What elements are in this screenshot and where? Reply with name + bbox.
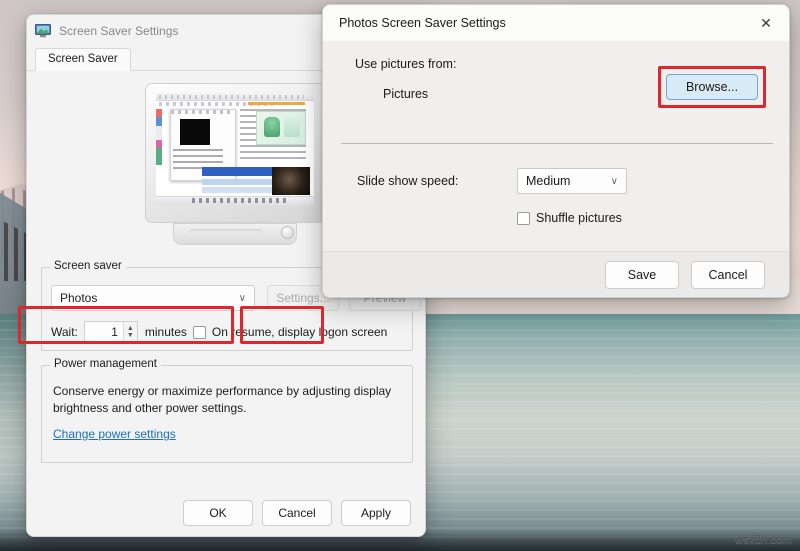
screen-saver-title: Screen Saver Settings bbox=[59, 24, 179, 38]
monitor-icon bbox=[35, 24, 51, 38]
wait-row: Wait: 1 ▲ ▼ minutes On resume, display l… bbox=[51, 321, 411, 343]
monitor-slot bbox=[189, 229, 263, 237]
tab-screen-saver[interactable]: Screen Saver bbox=[35, 48, 131, 71]
divider bbox=[341, 143, 773, 144]
apply-button[interactable]: Apply bbox=[341, 500, 411, 526]
power-management-description: Conserve energy or maximize performance … bbox=[53, 384, 392, 416]
logon-checkbox-label[interactable]: On resume, display logon screen bbox=[212, 325, 387, 339]
shuffle-pictures-row[interactable]: Shuffle pictures bbox=[517, 211, 622, 225]
slide-show-speed-value: Medium bbox=[526, 174, 571, 188]
save-button[interactable]: Save bbox=[605, 260, 679, 289]
ok-button[interactable]: OK bbox=[183, 500, 253, 526]
photos-dialog-content: Use pictures from: Pictures Slide show s… bbox=[323, 41, 789, 263]
mock-dark-image bbox=[272, 167, 310, 195]
spinner-up-icon[interactable]: ▲ bbox=[127, 325, 134, 332]
chevron-down-icon: ∨ bbox=[610, 175, 618, 187]
mock-black-thumbnail bbox=[180, 119, 210, 145]
change-power-settings-link[interactable]: Change power settings bbox=[53, 427, 176, 441]
wait-label: Wait: bbox=[51, 325, 78, 339]
slide-show-speed-label: Slide show speed: bbox=[357, 174, 459, 188]
screen-saver-footer: OK Cancel Apply bbox=[27, 490, 425, 536]
mock-toolbar-icons bbox=[159, 95, 305, 99]
screen-saver-combo-value: Photos bbox=[60, 291, 98, 305]
watermark-text: wsxdn.com bbox=[735, 534, 792, 546]
chevron-down-icon: ∨ bbox=[238, 292, 246, 304]
mock-left-rail bbox=[156, 109, 162, 165]
use-pictures-from-label: Use pictures from: bbox=[355, 57, 457, 71]
mock-orange-text bbox=[247, 102, 305, 105]
mock-green-figure bbox=[264, 117, 280, 137]
monitor-power-knob bbox=[281, 226, 294, 239]
cancel-button[interactable]: Cancel bbox=[262, 500, 332, 526]
mock-green-figure-2 bbox=[284, 115, 300, 137]
photos-dialog-titlebar: Photos Screen Saver Settings ✕ bbox=[323, 5, 789, 41]
screen-saver-combo[interactable]: Photos ∨ bbox=[51, 285, 255, 311]
browse-button[interactable]: Browse... bbox=[666, 74, 758, 100]
shuffle-checkbox[interactable] bbox=[517, 211, 530, 225]
close-icon[interactable]: ✕ bbox=[749, 9, 783, 37]
slide-show-speed-combo[interactable]: Medium ∨ bbox=[517, 168, 627, 194]
photos-dialog-title: Photos Screen Saver Settings bbox=[339, 16, 506, 30]
mock-taskbar-icons bbox=[192, 198, 287, 203]
monitor-screen bbox=[156, 93, 314, 205]
monitor-preview bbox=[145, 83, 325, 251]
shuffle-pictures-label[interactable]: Shuffle pictures bbox=[536, 211, 622, 225]
screen-saver-group-title: Screen saver bbox=[50, 260, 126, 272]
minutes-label: minutes bbox=[144, 325, 187, 339]
spinner-down-icon[interactable]: ▼ bbox=[127, 332, 134, 339]
pictures-folder-value: Pictures bbox=[383, 87, 429, 101]
photos-dialog-footer: Save Cancel bbox=[323, 251, 789, 297]
logon-checkbox[interactable] bbox=[192, 325, 206, 339]
photos-cancel-button[interactable]: Cancel bbox=[691, 260, 765, 289]
power-management-group-title: Power management bbox=[50, 358, 161, 370]
wait-input[interactable]: 1 bbox=[85, 325, 123, 339]
photos-screen-saver-settings-dialog: Photos Screen Saver Settings ✕ Use pictu… bbox=[322, 4, 790, 298]
wait-spinner-arrows[interactable]: ▲ ▼ bbox=[122, 322, 137, 342]
mock-dialog-title bbox=[171, 110, 231, 114]
wait-stepper[interactable]: 1 ▲ ▼ bbox=[83, 321, 138, 343]
